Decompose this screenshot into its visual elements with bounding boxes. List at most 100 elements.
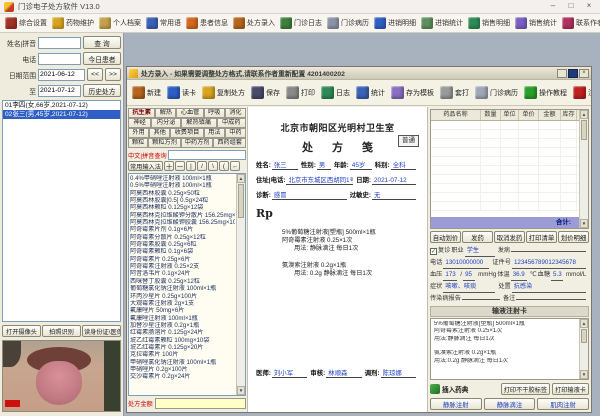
main-toolbar-item-10[interactable]: 销售明细	[466, 16, 512, 30]
category-tab[interactable]: 中药方剂	[181, 138, 214, 148]
bp-systolic[interactable]: 173	[443, 269, 457, 281]
drug-item[interactable]: 阿莫西林克拉维酸钾分散片 156.25mg×12	[130, 212, 235, 219]
rx-toolbar-item-7[interactable]: 存为模板	[388, 84, 437, 101]
input-key-button[interactable]: /	[197, 161, 207, 171]
patient-list-item[interactable]: 02张三(男,45岁,2021-07-12)	[3, 110, 120, 119]
rx-toolbar-item-4[interactable]: 打印	[283, 84, 318, 101]
pricing-action-1[interactable]: 发药	[462, 231, 493, 243]
print-sticker-button[interactable]: 打印不干胶标签	[501, 383, 550, 395]
drug-item[interactable]: 甲硝唑氯化钠注射液 100ml×1瓶	[130, 359, 235, 366]
camera-button-1[interactable]: 拍照识别	[42, 325, 81, 337]
pricing-action-3[interactable]: 打印清单	[526, 231, 557, 243]
infectious-report-value[interactable]	[462, 299, 500, 300]
drug-item[interactable]: 阿奇霉素胶囊 0.25g×6粒	[130, 241, 235, 248]
query-button[interactable]: 查 询	[83, 36, 121, 49]
scroll-thumb[interactable]	[581, 120, 587, 140]
category-tab[interactable]: 神经	[128, 118, 151, 128]
name-pinyin-input[interactable]	[38, 37, 81, 49]
insert-dictionary-label[interactable]: 插入药典	[442, 384, 468, 394]
pricing-action-0[interactable]: 自动划价	[430, 231, 461, 243]
camera-button-0[interactable]: 打开摄像头	[2, 325, 41, 337]
ime-button[interactable]: 常用输入法	[128, 161, 163, 171]
drug-item[interactable]: 加替沙星注射液 0.2g×1瓶	[130, 322, 235, 329]
today-patients-button[interactable]: 今日患者	[83, 52, 121, 65]
scroll-down-icon[interactable]: ▼	[580, 219, 588, 228]
scroll-down-icon[interactable]: ▼	[580, 370, 588, 379]
prev-range-button[interactable]: <<	[87, 68, 103, 81]
drug-item[interactable]: 红霉素肠溶片 0.125g×24片	[130, 329, 235, 336]
scroll-up-icon[interactable]: ▲	[580, 319, 588, 328]
main-toolbar-item-1[interactable]: 药物维护	[50, 16, 96, 30]
category-tab[interactable]: 其他	[149, 128, 170, 138]
main-toolbar-item-3[interactable]: 常用语	[144, 16, 183, 30]
drug-item[interactable]: 阿莫西林胶囊 0.25g×50粒	[130, 190, 235, 197]
drug-item[interactable]: 西咪替丁胶囊 0.25g×12粒	[130, 278, 235, 285]
camera-button-2[interactable]: 读身份证\医保卡	[82, 325, 121, 337]
scroll-thumb[interactable]	[581, 329, 587, 343]
drug-item[interactable]: 阿莫西林颗粒 0.125g×12袋	[130, 204, 235, 211]
bp-diastolic[interactable]: 95	[463, 269, 475, 281]
category-tab[interactable]: 心血管	[176, 108, 203, 118]
close-button[interactable]: ×	[580, 0, 598, 13]
phone-value[interactable]: 13010000000	[443, 257, 489, 269]
drug-item[interactable]: 阿奇霉素片 0.25g×6片	[130, 256, 235, 263]
minimize-button[interactable]: –	[544, 0, 562, 13]
rx-toolbar-item-8[interactable]: 套打	[437, 84, 472, 101]
category-tab[interactable]: 颗粒方剂	[148, 138, 181, 148]
rx-toolbar-item-2[interactable]: 复制处方	[199, 84, 248, 101]
rx-toolbar-item-9[interactable]: 门诊病历	[472, 84, 521, 101]
drug-item[interactable]: 阿莫西林胶囊[0.5] 0.5g×24粒	[130, 197, 235, 204]
patient-list-item[interactable]: 01李四(女,66岁,2021-07-12)	[3, 101, 120, 110]
drug-item[interactable]: 交沙霉素片 0.2g×24片	[130, 373, 235, 380]
id-value[interactable]: 123456789012345678	[512, 257, 586, 269]
rx-toolbar-item-0[interactable]: 新建	[129, 84, 164, 101]
category-tab[interactable]: 收费项目	[170, 128, 204, 138]
injection-button-1[interactable]: 静脉滴注	[484, 398, 536, 410]
main-toolbar-item-6[interactable]: 门诊日志	[278, 16, 324, 30]
category-tab[interactable]: 呼吸	[204, 108, 225, 118]
drug-item[interactable]: 阿莫西林克拉维酸钾胶囊 156.25mg×10粒	[130, 219, 235, 226]
scroll-down-icon[interactable]: ▼	[237, 386, 245, 395]
rx-toolbar-item-3[interactable]: 保存	[248, 84, 283, 101]
scroll-up-icon[interactable]: ▲	[237, 174, 245, 183]
category-tab[interactable]: 中药	[225, 128, 246, 138]
drug-item[interactable]: 大观霉素注射液 2g×1支	[130, 300, 235, 307]
note-value[interactable]	[516, 299, 586, 300]
drug-item[interactable]: 甲硝唑片 0.2g×100片	[130, 366, 235, 373]
category-tab[interactable]: 解热镇痛	[181, 118, 217, 128]
treatment-value[interactable]: 抗感染	[512, 281, 586, 293]
date-to-input[interactable]	[38, 85, 81, 97]
revisit-checkbox[interactable]: ✓	[430, 248, 437, 255]
pricing-action-2[interactable]: 取消发药	[494, 231, 525, 243]
drug-item[interactable]: 克拉霉素片 100片	[130, 351, 235, 358]
drug-item[interactable]: 氟康唑注射液 100ml×1瓶	[130, 315, 235, 322]
rx-minimize-button[interactable]	[557, 69, 567, 78]
input-key-button[interactable]: ←	[230, 161, 240, 171]
category-tab[interactable]: 解热	[155, 108, 176, 118]
category-tab[interactable]: 中成药	[217, 118, 247, 128]
input-key-button[interactable]: |	[186, 161, 196, 171]
occupation-value[interactable]: 学生	[465, 245, 495, 257]
rx-toolbar-item-10[interactable]: 操作教程	[521, 84, 570, 101]
main-toolbar-item-12[interactable]: 联系作者	[560, 16, 600, 30]
drug-item[interactable]: 阿昔洛韦片 0.1g×24片	[130, 270, 235, 277]
drug-item[interactable]: 氟康唑片 50mg×6片	[130, 307, 235, 314]
drug-item[interactable]: 阿奇霉素片剂 0.1g×6片	[130, 226, 235, 233]
drug-item[interactable]: 葡萄糖氯化钠注射液 100ml×1瓶	[130, 285, 235, 292]
phone-input[interactable]	[38, 53, 81, 65]
drug-list-scrollbar[interactable]: ▲ ▼	[236, 174, 245, 395]
glucose-value[interactable]: 5.3	[551, 269, 563, 281]
drug-item[interactable]: 琥乙红霉素片 0.125g×20片	[130, 344, 235, 351]
symptom-value[interactable]: 咳嗽、咳痰	[443, 281, 495, 293]
input-key-button[interactable]: \	[208, 161, 218, 171]
drug-item[interactable]: 阿奇霉素颗粒 0.1g×6袋	[130, 248, 235, 255]
input-key-button[interactable]: 十	[164, 161, 174, 171]
main-toolbar-item-4[interactable]: 患者信息	[184, 16, 230, 30]
injection-button-2[interactable]: 肌肉注射	[537, 398, 589, 410]
rx-toolbar-item-11[interactable]: 注销	[570, 84, 591, 101]
drug-item[interactable]: 0.4%甲硝唑注射液 100ml×1瓶	[130, 175, 235, 182]
drug-item[interactable]: 环丙沙星片 0.25g×100片	[130, 293, 235, 300]
drug-item[interactable]: 阿奇霉素注射液 0.25×2支	[130, 263, 235, 270]
input-key-button[interactable]: (	[219, 161, 229, 171]
scroll-up-icon[interactable]: ▲	[580, 110, 588, 119]
